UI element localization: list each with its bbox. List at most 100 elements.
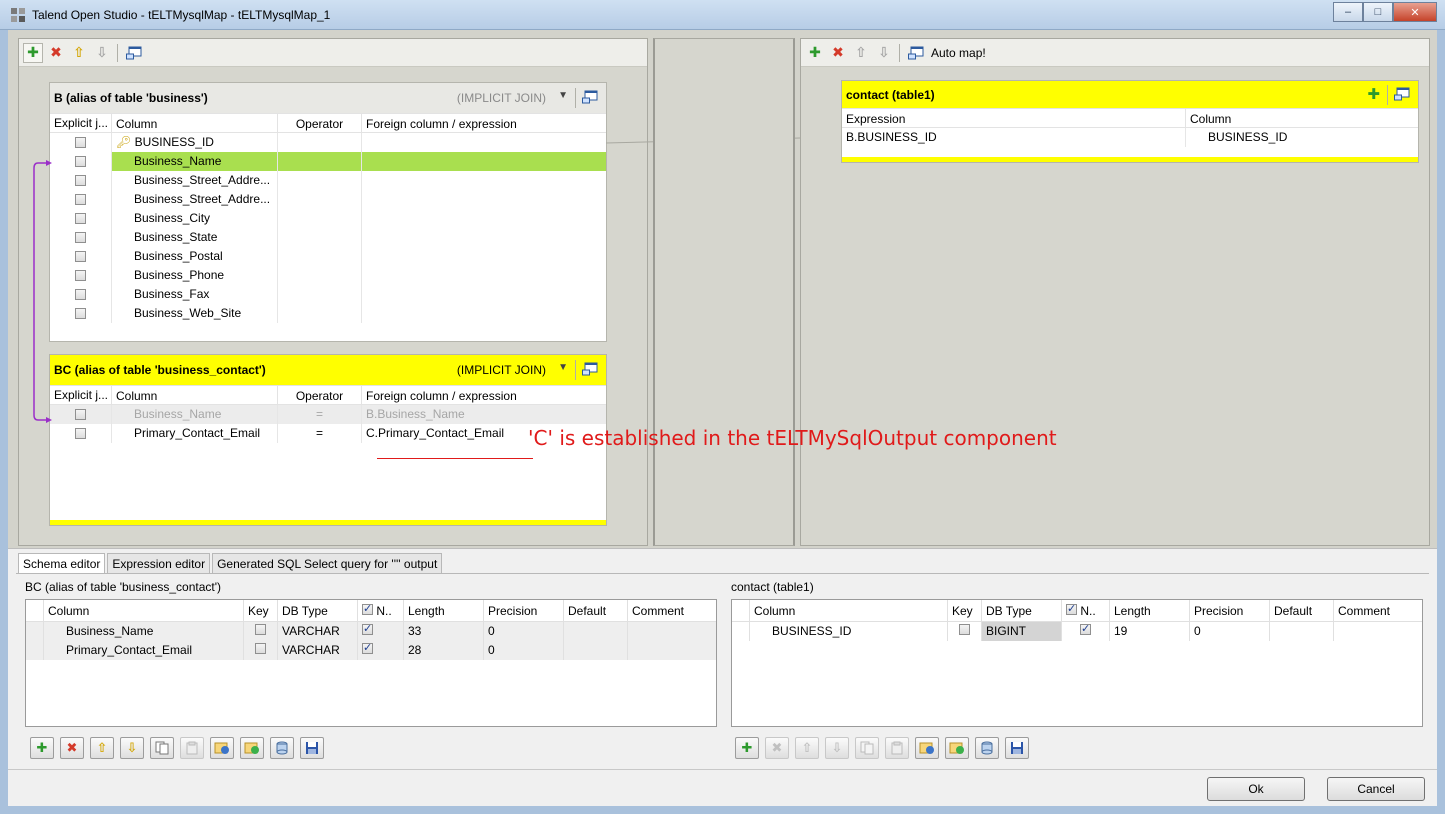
reset-db-types-button[interactable] (270, 737, 294, 759)
explicit-join-checkbox[interactable] (75, 213, 86, 224)
key-checkbox[interactable] (255, 643, 266, 654)
col-header-foreign[interactable]: Foreign column / expression (362, 386, 606, 404)
col-header-expression[interactable]: Expression (842, 109, 1186, 127)
expression-cell[interactable] (362, 171, 606, 190)
col-header-dbtype[interactable]: DB Type (278, 600, 358, 621)
table-row[interactable]: Business_Fax (50, 285, 606, 304)
tab-expression-editor[interactable]: Expression editor (107, 553, 211, 573)
col-header-explicit[interactable]: Explicit j... (50, 114, 112, 132)
key-checkbox[interactable] (255, 624, 266, 635)
move-down-button[interactable]: ⇩ (120, 737, 144, 759)
expression-cell[interactable] (362, 190, 606, 209)
col-header-length[interactable]: Length (1110, 600, 1190, 621)
explicit-join-checkbox[interactable] (75, 194, 86, 205)
tab-generated-sql[interactable]: Generated SQL Select query for '''' outp… (212, 553, 443, 573)
minimize-all-icon[interactable] (124, 43, 144, 63)
col-header-nullable[interactable]: N.. (376, 604, 391, 618)
col-header-column[interactable]: Column (1186, 109, 1418, 127)
tab-schema-editor[interactable]: Schema editor (18, 553, 106, 573)
copy-button[interactable] (150, 737, 174, 759)
explicit-join-checkbox[interactable] (75, 175, 86, 186)
expression-cell[interactable] (362, 266, 606, 285)
remove-output-icon[interactable]: ✖ (828, 43, 848, 63)
length-cell[interactable]: 19 (1110, 622, 1190, 641)
table-row[interactable]: Business_State (50, 228, 606, 247)
column-name[interactable]: Primary_Contact_Email (44, 641, 244, 660)
expression-cell[interactable] (362, 133, 606, 152)
nullable-all-checkbox[interactable] (362, 602, 373, 615)
explicit-join-checkbox[interactable] (75, 428, 86, 439)
col-header-column[interactable]: Column (112, 386, 278, 404)
add-alias-icon[interactable]: ✚ (23, 42, 43, 63)
column-name[interactable]: BUSINESS_ID (750, 622, 948, 641)
col-header-column[interactable]: Column (112, 114, 278, 132)
copy-button[interactable] (855, 737, 879, 759)
nullable-checkbox[interactable] (362, 622, 373, 635)
col-header-precision[interactable]: Precision (484, 600, 564, 621)
explicit-join-checkbox[interactable] (75, 270, 86, 281)
table-row[interactable]: Primary_Contact_Email = C.Primary_Contac… (50, 424, 606, 443)
save-schema-button[interactable] (300, 737, 324, 759)
export-schema-button[interactable] (945, 737, 969, 759)
move-up-button[interactable]: ⇧ (90, 737, 114, 759)
precision-cell[interactable]: 0 (1190, 622, 1270, 641)
minimize-table-icon[interactable] (582, 362, 598, 376)
col-header-nullable[interactable]: N.. (1080, 604, 1095, 618)
table-row[interactable]: B.BUSINESS_ID BUSINESS_ID (842, 128, 1418, 147)
comment-cell[interactable] (1334, 622, 1422, 641)
expression-cell[interactable] (362, 152, 606, 171)
operator-cell[interactable] (278, 304, 362, 323)
add-filter-icon[interactable]: ✚ (1367, 85, 1380, 103)
operator-cell[interactable]: = (278, 405, 362, 424)
dbtype-cell[interactable]: VARCHAR (278, 622, 358, 641)
remove-column-button[interactable]: ✖ (60, 737, 84, 759)
col-header-dbtype[interactable]: DB Type (982, 600, 1062, 621)
table-b-join-type[interactable]: (IMPLICIT JOIN) (457, 91, 546, 105)
expression-cell[interactable] (362, 285, 606, 304)
import-schema-button[interactable] (915, 737, 939, 759)
move-down-icon[interactable]: ⇩ (92, 43, 112, 63)
remove-alias-icon[interactable]: ✖ (46, 43, 66, 63)
explicit-join-checkbox[interactable] (75, 251, 86, 262)
precision-cell[interactable]: 0 (484, 641, 564, 660)
add-output-icon[interactable]: ✚ (805, 43, 825, 63)
col-header-foreign[interactable]: Foreign column / expression (362, 114, 606, 132)
nullable-checkbox[interactable] (362, 641, 373, 654)
operator-cell[interactable] (278, 285, 362, 304)
expression-cell[interactable] (362, 228, 606, 247)
col-header-comment[interactable]: Comment (1334, 600, 1422, 621)
col-header-key[interactable]: Key (948, 600, 982, 621)
maximize-button[interactable]: □ (1363, 2, 1393, 22)
table-row[interactable]: Business_Postal (50, 247, 606, 266)
explicit-join-checkbox[interactable] (75, 409, 86, 420)
col-header-default[interactable]: Default (1270, 600, 1334, 621)
move-down-button[interactable]: ⇩ (825, 737, 849, 759)
move-up-button[interactable]: ⇧ (795, 737, 819, 759)
col-header-operator[interactable]: Operator (278, 114, 362, 132)
dbtype-cell[interactable]: BIGINT (982, 622, 1062, 641)
col-header-precision[interactable]: Precision (1190, 600, 1270, 621)
paste-button[interactable] (885, 737, 909, 759)
comment-cell[interactable] (628, 622, 716, 641)
precision-cell[interactable]: 0 (484, 622, 564, 641)
import-schema-button[interactable] (210, 737, 234, 759)
minimize-button[interactable]: – (1333, 2, 1363, 22)
move-up-icon[interactable]: ⇧ (69, 43, 89, 63)
expression-cell[interactable] (362, 247, 606, 266)
expression-cell[interactable]: B.Business_Name (362, 405, 606, 424)
table-row[interactable]: Business_Name (50, 152, 606, 171)
explicit-join-checkbox[interactable] (75, 308, 86, 319)
explicit-join-checkbox[interactable] (75, 137, 86, 148)
cancel-button[interactable]: Cancel (1327, 777, 1425, 801)
operator-cell[interactable] (278, 266, 362, 285)
operator-cell[interactable] (278, 247, 362, 266)
table-row[interactable]: Business_Name = B.Business_Name (50, 405, 606, 424)
operator-cell[interactable] (278, 133, 362, 152)
chevron-down-icon[interactable]: ▼ (558, 90, 568, 101)
table-row[interactable]: 🔑︎ BUSINESS_ID (50, 133, 606, 152)
operator-cell[interactable] (278, 171, 362, 190)
table-row[interactable]: BUSINESS_ID BIGINT 19 0 (732, 622, 1422, 641)
add-column-button[interactable]: ✚ (30, 737, 54, 759)
nullable-all-checkbox[interactable] (1066, 602, 1077, 615)
col-header-default[interactable]: Default (564, 600, 628, 621)
